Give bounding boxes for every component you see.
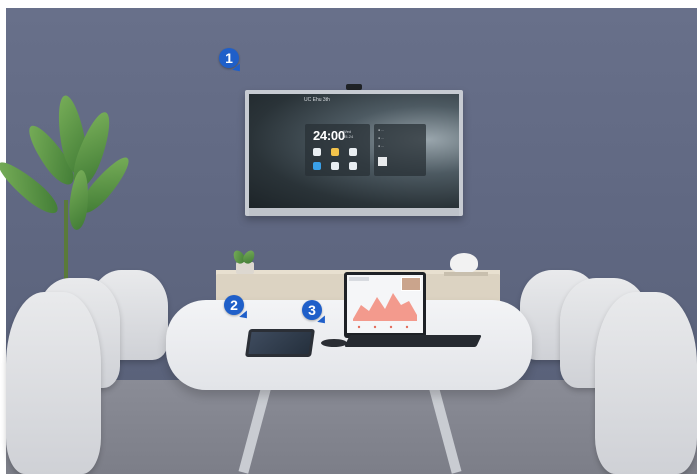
touch-panel-screen <box>248 332 312 354</box>
floor <box>6 380 697 474</box>
touch-panel <box>245 329 315 357</box>
info-row: ● ... <box>378 128 385 132</box>
display-topbar-text: UC Ehu 3th <box>304 97 330 103</box>
wall-display: UC Ehu 3th 24:00 Wed 05-24 ● ... ● ... ●… <box>245 90 463 216</box>
small-plant <box>231 248 258 274</box>
display-bezel <box>249 208 459 216</box>
badge-2: 2 <box>224 295 244 315</box>
app-tile-icon <box>331 162 339 170</box>
app-tile-icon <box>313 148 321 156</box>
video-pip <box>401 277 421 291</box>
chair <box>595 292 697 474</box>
display-screen: UC Ehu 3th 24:00 Wed 05-24 ● ... ● ... ●… <box>249 94 459 208</box>
app-tile-icon <box>313 162 321 170</box>
laptop-display <box>347 275 423 333</box>
info-row: ● ... <box>378 136 385 140</box>
display-time: 24:00 <box>313 128 345 143</box>
vase <box>450 253 478 273</box>
laptop-keyboard <box>344 335 482 347</box>
qr-code-icon <box>378 157 387 166</box>
wireless-presentation-pod-icon <box>321 339 347 347</box>
info-row: ● ... <box>378 144 385 148</box>
conference-room-scene: UC Ehu 3th 24:00 Wed 05-24 ● ... ● ... ●… <box>0 0 697 474</box>
app-tile-icon <box>331 148 339 156</box>
info-card: ● ... ● ... ● ... <box>374 124 426 176</box>
app-tile-icon <box>349 162 357 170</box>
chair <box>6 292 101 474</box>
badge-3: 3 <box>302 300 322 320</box>
laptop <box>344 272 426 338</box>
book <box>444 272 488 276</box>
time-card: 24:00 Wed 05-24 <box>305 124 370 176</box>
app-tile-icon <box>349 148 357 156</box>
display-date: Wed 05-24 <box>343 129 354 139</box>
